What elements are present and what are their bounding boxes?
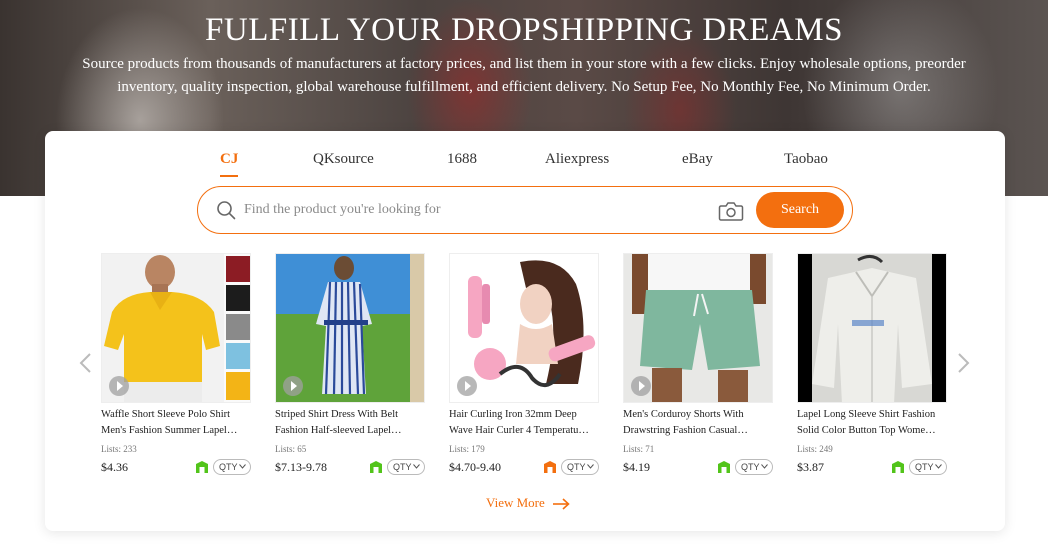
qty-dropdown[interactable]: QTY bbox=[213, 459, 251, 475]
hero-subtitle: Source products from thousands of manufa… bbox=[40, 53, 1008, 99]
product-price: $4.36 bbox=[101, 460, 128, 474]
video-play-icon[interactable] bbox=[631, 376, 651, 396]
chevron-down-icon bbox=[239, 464, 246, 469]
product-title[interactable]: Men's Corduroy Shorts With Drawstring Fa… bbox=[623, 407, 773, 439]
product-image[interactable] bbox=[623, 253, 773, 403]
tab-aliexpress[interactable]: Aliexpress bbox=[545, 151, 609, 177]
warehouse-stock-icon bbox=[544, 461, 556, 473]
chevron-down-icon bbox=[413, 464, 420, 469]
product-price: $3.87 bbox=[797, 460, 824, 474]
chevron-down-icon bbox=[761, 464, 768, 469]
product-image[interactable] bbox=[797, 253, 947, 403]
product-card[interactable]: Striped Shirt Dress With Belt Fashion Ha… bbox=[275, 253, 425, 483]
video-play-icon[interactable] bbox=[283, 376, 303, 396]
hero-title: FULFILL YOUR DROPSHIPPING DREAMS bbox=[205, 12, 843, 48]
product-card[interactable]: Waffle Short Sleeve Polo Shirt Men's Fas… bbox=[101, 253, 251, 483]
warehouse-stock-icon bbox=[892, 461, 904, 473]
product-title[interactable]: Striped Shirt Dress With Belt Fashion Ha… bbox=[275, 407, 425, 439]
product-lists-count: Lists: 65 bbox=[275, 444, 307, 454]
product-title[interactable]: Waffle Short Sleeve Polo Shirt Men's Fas… bbox=[101, 407, 251, 439]
product-title[interactable]: Hair Curling Iron 32mm Deep Wave Hair Cu… bbox=[449, 407, 599, 439]
search-icon bbox=[217, 201, 236, 220]
product-lists-count: Lists: 179 bbox=[449, 444, 485, 454]
warehouse-stock-icon bbox=[718, 461, 730, 473]
product-image[interactable] bbox=[449, 253, 599, 403]
arrow-right-icon bbox=[553, 498, 570, 510]
qty-dropdown[interactable]: QTY bbox=[909, 459, 947, 475]
hero-subtitle-line: inventory, quality inspection, global wa… bbox=[117, 79, 931, 95]
chevron-down-icon bbox=[935, 464, 942, 469]
product-title[interactable]: Lapel Long Sleeve Shirt Fashion Solid Co… bbox=[797, 407, 947, 439]
carousel-prev-icon[interactable] bbox=[76, 351, 96, 375]
carousel-next-icon[interactable] bbox=[953, 351, 973, 375]
product-lists-count: Lists: 249 bbox=[797, 444, 833, 454]
source-tabs: CJ QKsource 1688 Aliexpress eBay Taobao bbox=[45, 151, 1005, 181]
product-lists-count: Lists: 71 bbox=[623, 444, 655, 454]
hero-subtitle-line: Source products from thousands of manufa… bbox=[82, 56, 966, 72]
tab-cj[interactable]: CJ bbox=[220, 151, 239, 177]
search-input[interactable] bbox=[244, 197, 714, 223]
qty-dropdown[interactable]: QTY bbox=[735, 459, 773, 475]
search-bar: Search bbox=[197, 186, 853, 234]
chevron-down-icon bbox=[587, 464, 594, 469]
tab-ebay[interactable]: eBay bbox=[682, 151, 713, 177]
warehouse-stock-icon bbox=[370, 461, 382, 473]
product-card[interactable]: Men's Corduroy Shorts With Drawstring Fa… bbox=[623, 253, 773, 483]
view-more-label: View More bbox=[486, 495, 545, 510]
product-price: $4.19 bbox=[623, 460, 650, 474]
camera-icon[interactable] bbox=[718, 200, 744, 222]
search-button[interactable]: Search bbox=[756, 192, 844, 228]
product-price: $4.70-9.40 bbox=[449, 460, 501, 474]
warehouse-stock-icon bbox=[196, 461, 208, 473]
video-play-icon[interactable] bbox=[457, 376, 477, 396]
product-image[interactable] bbox=[101, 253, 251, 403]
product-lists-count: Lists: 233 bbox=[101, 444, 137, 454]
tab-qksource[interactable]: QKsource bbox=[313, 151, 374, 177]
qty-dropdown[interactable]: QTY bbox=[387, 459, 425, 475]
product-card[interactable]: Lapel Long Sleeve Shirt Fashion Solid Co… bbox=[797, 253, 947, 483]
view-more-link[interactable]: View More bbox=[486, 495, 570, 511]
product-search-card: CJ QKsource 1688 Aliexpress eBay Taobao … bbox=[45, 131, 1005, 531]
video-play-icon[interactable] bbox=[109, 376, 129, 396]
product-price: $7.13-9.78 bbox=[275, 460, 327, 474]
product-image[interactable] bbox=[275, 253, 425, 403]
qty-dropdown[interactable]: QTY bbox=[561, 459, 599, 475]
tab-1688[interactable]: 1688 bbox=[447, 151, 477, 177]
tab-taobao[interactable]: Taobao bbox=[784, 151, 828, 177]
product-card[interactable]: Hair Curling Iron 32mm Deep Wave Hair Cu… bbox=[449, 253, 599, 483]
